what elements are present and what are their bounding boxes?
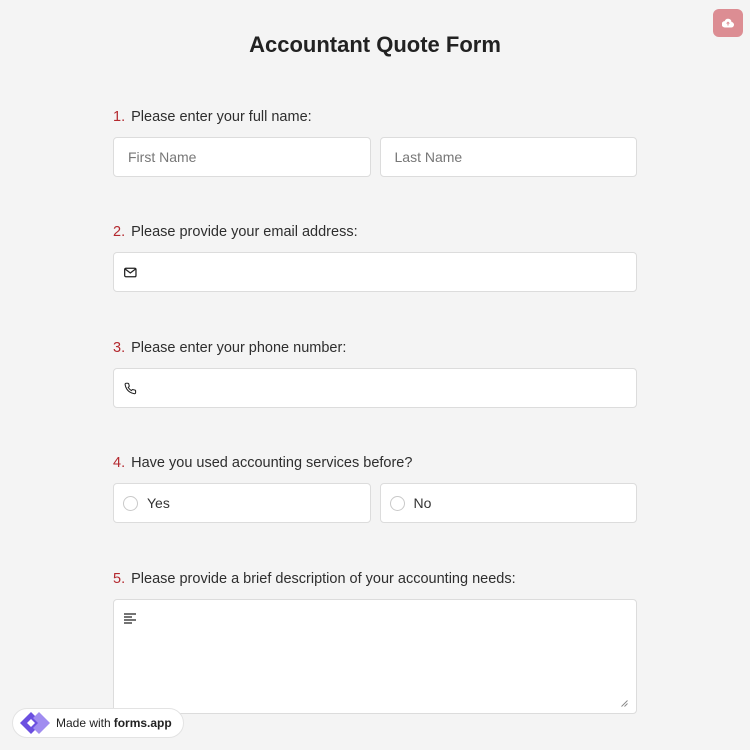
phone-input[interactable] xyxy=(136,369,636,407)
cloud-upload-icon xyxy=(722,18,734,28)
question-full-name: 1. Please enter your full name: xyxy=(113,107,637,177)
question-label: 4. Have you used accounting services bef… xyxy=(113,453,637,473)
option-no[interactable]: No xyxy=(379,483,637,523)
option-label: No xyxy=(413,495,432,511)
form-title: Accountant Quote Form xyxy=(249,32,501,57)
first-name-field xyxy=(113,137,371,177)
question-number: 5. xyxy=(113,571,126,587)
question-number: 3. xyxy=(113,340,126,356)
last-name-input[interactable] xyxy=(380,138,636,176)
question-phone: 3. Please enter your phone number: xyxy=(113,338,637,408)
option-label: Yes xyxy=(147,495,170,511)
email-input[interactable] xyxy=(136,253,636,291)
phone-icon xyxy=(124,382,137,394)
question-label: 5. Please provide a brief description of… xyxy=(113,569,637,589)
question-number: 2. xyxy=(113,224,126,240)
form-page: Accountant Quote Form 1. Please enter yo… xyxy=(0,0,750,750)
last-name-field xyxy=(379,137,637,177)
description-textarea[interactable] xyxy=(146,608,626,703)
text-align-icon xyxy=(124,613,136,624)
option-yes[interactable]: Yes xyxy=(113,483,371,523)
question-label: 3. Please enter your phone number: xyxy=(113,338,637,358)
question-text: Have you used accounting services before… xyxy=(131,455,413,471)
badge-brand: forms.app xyxy=(113,716,172,730)
question-text: Please provide your email address: xyxy=(131,224,358,240)
radio-button[interactable] xyxy=(389,495,405,511)
email-field xyxy=(113,252,637,292)
description-field xyxy=(113,599,637,714)
first-name-input[interactable] xyxy=(114,138,370,176)
question-text: Please enter your phone number: xyxy=(131,340,347,356)
question-number: 4. xyxy=(113,455,126,471)
made-with-badge[interactable]: Made with forms.app xyxy=(12,708,184,738)
phone-field xyxy=(113,368,637,408)
badge-text: Made with xyxy=(56,716,111,730)
question-number: 1. xyxy=(113,109,126,125)
question-previous-services: 4. Have you used accounting services bef… xyxy=(113,453,637,523)
question-description: 5. Please provide a brief description of… xyxy=(113,569,637,714)
question-label: 1. Please enter your full name: xyxy=(113,107,637,127)
question-text: Please provide a brief description of yo… xyxy=(131,571,516,587)
question-label: 2. Please provide your email address: xyxy=(113,222,637,242)
forms-app-logo-icon xyxy=(20,712,50,734)
question-email: 2. Please provide your email address: xyxy=(113,222,637,292)
resize-handle-icon[interactable] xyxy=(621,700,628,707)
radio-button[interactable] xyxy=(123,495,138,511)
question-text: Please enter your full name: xyxy=(131,109,312,125)
envelope-icon xyxy=(124,267,137,277)
